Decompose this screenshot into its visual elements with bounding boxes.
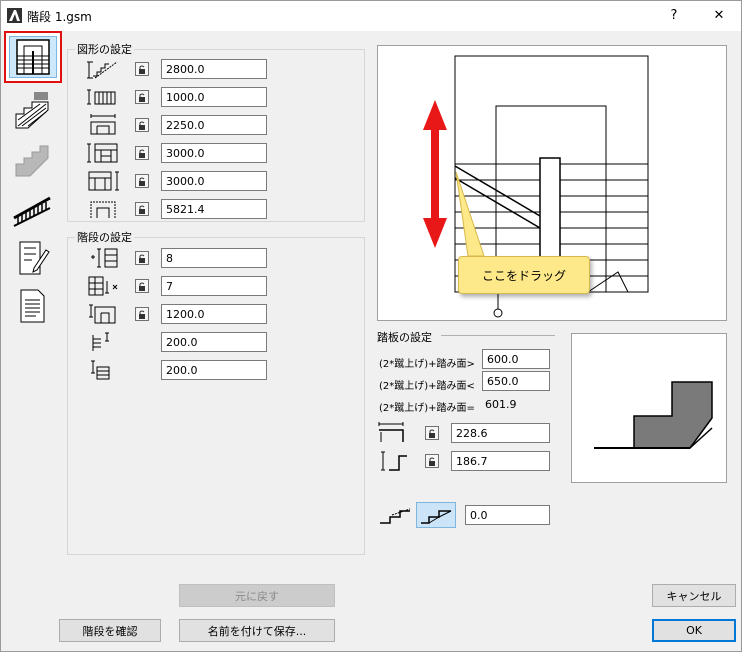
height-total-icon	[87, 143, 118, 163]
ok-button[interactable]: OK	[652, 619, 736, 642]
tread-section-preview	[571, 333, 727, 483]
railing-icon	[13, 196, 51, 227]
nosing-value-field[interactable]: 0.0	[465, 505, 550, 525]
edit-pen-icon	[19, 241, 50, 275]
tab-stair-plan[interactable]	[4, 31, 62, 83]
lock-icon[interactable]	[135, 118, 149, 132]
help-button[interactable]: ?	[651, 1, 697, 31]
drag-hint-callout: ここをドラッグ	[458, 256, 590, 294]
archicad-app-icon	[7, 8, 22, 23]
plan-width-icon	[90, 114, 116, 135]
shape-settings-title: 図形の設定	[75, 41, 134, 57]
title-bar: 階段 1.gsm ? ✕	[1, 1, 741, 31]
lock-icon[interactable]	[135, 279, 149, 293]
close-button[interactable]: ✕	[696, 1, 742, 31]
tread-settings-title: 踏板の設定	[377, 331, 432, 344]
step-settings-title: 階段の設定	[75, 229, 134, 245]
lock-icon[interactable]	[135, 62, 149, 76]
lock-icon[interactable]	[135, 202, 149, 216]
save-as-button[interactable]: 名前を付けて保存...	[179, 619, 335, 642]
drag-height-arrow-icon[interactable]	[422, 100, 448, 248]
formula-label-min: (2*蹴上げ)+踏み面>	[379, 359, 475, 370]
width-run-icon	[87, 89, 116, 105]
slope-length-icon	[87, 61, 118, 79]
tab-edit[interactable]	[7, 233, 57, 283]
lock-icon[interactable]	[135, 251, 149, 265]
riser-height-icon	[92, 332, 109, 351]
stair-length-icon	[90, 201, 116, 218]
tread-section-drawing	[594, 381, 713, 449]
cancel-button[interactable]: キャンセル	[652, 584, 736, 607]
dialog-window: 階段 1.gsm ? ✕ 図形の設定 2800.0 1000.0 2250.0 …	[0, 0, 742, 652]
check-stair-button[interactable]: 階段を確認	[59, 619, 161, 642]
window-title: 階段 1.gsm	[27, 10, 92, 24]
callout-pointer	[455, 171, 485, 257]
formula-max-field[interactable]: 650.0	[482, 371, 550, 391]
floor-height-icon	[88, 171, 119, 191]
stair-3d-icon	[15, 145, 49, 177]
plan-width-field[interactable]: 2250.0	[161, 115, 267, 135]
nosing-style-b-toggle[interactable]	[416, 502, 456, 528]
slope-length-field[interactable]: 2800.0	[161, 59, 267, 79]
floor-height-field[interactable]: 3000.0	[161, 171, 267, 191]
riser-height-field[interactable]: 200.0	[161, 332, 267, 352]
lock-icon[interactable]	[425, 426, 439, 440]
lock-icon[interactable]	[135, 146, 149, 160]
lock-icon[interactable]	[425, 454, 439, 468]
tread-depth-icon	[91, 360, 110, 380]
tab-stair-section[interactable]	[7, 85, 57, 135]
tread-count-field[interactable]: 7	[161, 276, 267, 296]
stair-length-field[interactable]: 5821.4	[161, 199, 267, 219]
stair-plan-preview[interactable]: ここをドラッグ	[377, 45, 727, 321]
riser-count-field[interactable]: 8	[161, 248, 267, 268]
tread-width-field[interactable]: 228.6	[451, 423, 550, 443]
tab-railing[interactable]	[7, 185, 57, 235]
landing-length-field[interactable]: 1200.0	[161, 304, 267, 324]
formula-min-field[interactable]: 600.0	[482, 349, 550, 369]
riser-height-dim-field[interactable]: 186.7	[451, 451, 550, 471]
width-run-field[interactable]: 1000.0	[161, 87, 267, 107]
tread-count-icon	[88, 276, 118, 296]
riser-count-icon	[91, 248, 118, 268]
reset-button[interactable]: 元に戻す	[179, 584, 335, 607]
stair-plan-icon	[16, 39, 50, 75]
formula-label-current: (2*蹴上げ)+踏み面=	[379, 403, 475, 414]
landing-length-icon	[89, 304, 116, 324]
tread-settings-divider	[441, 335, 555, 336]
lock-icon[interactable]	[135, 307, 149, 321]
tab-document[interactable]	[7, 281, 57, 331]
nosing-style-a-toggle[interactable]	[375, 502, 415, 528]
lock-icon[interactable]	[135, 174, 149, 188]
formula-label-max: (2*蹴上げ)+踏み面<	[379, 381, 475, 392]
tab-stair-3d[interactable]	[7, 133, 57, 183]
height-total-field[interactable]: 3000.0	[161, 143, 267, 163]
riser-height-dim-icon	[381, 451, 407, 471]
nosing-flat-icon	[380, 508, 411, 524]
tread-width-icon	[378, 422, 404, 442]
tread-depth-field[interactable]: 200.0	[161, 360, 267, 380]
stair-section-icon	[15, 92, 49, 129]
document-list-icon	[20, 289, 45, 323]
formula-current-value: 601.9	[485, 398, 517, 411]
nosing-step-icon	[421, 510, 452, 524]
lock-icon[interactable]	[135, 90, 149, 104]
